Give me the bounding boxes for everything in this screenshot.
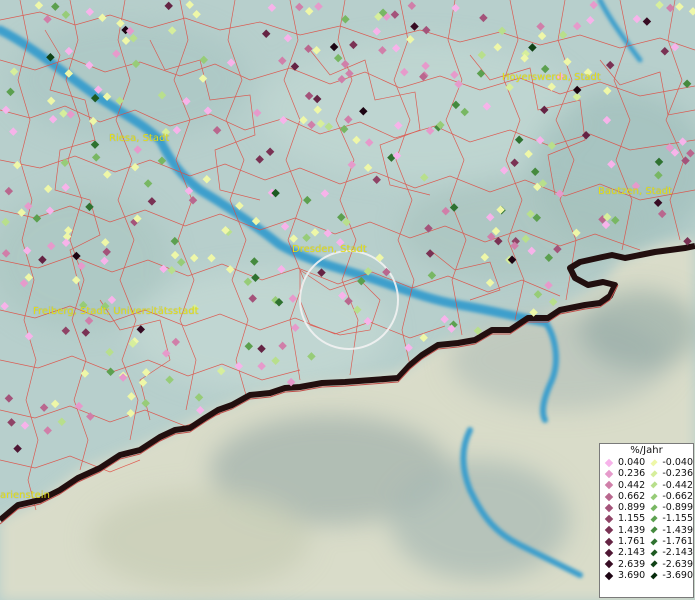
- legend-label: -2.639: [662, 558, 693, 570]
- legend-row: 0.236 -0.236: [600, 468, 693, 479]
- legend-swatch-icon: [650, 538, 658, 546]
- legend-item-increase: 1.155: [600, 513, 646, 524]
- legend-item-decrease: -1.155: [646, 513, 693, 524]
- legend-label: 3.690: [618, 569, 646, 581]
- legend-swatch-icon: [604, 571, 614, 580]
- legend-swatch-icon: [650, 515, 658, 523]
- legend-label: -3.690: [662, 569, 693, 581]
- legend-item-increase: 2.639: [600, 559, 646, 570]
- legend-item-decrease: -1.439: [646, 525, 693, 536]
- legend-swatch-icon: [650, 492, 658, 501]
- legend-row: 1.155 -1.155: [600, 513, 693, 524]
- legend-label: -0.040: [662, 457, 693, 468]
- legend-label: 0.899: [618, 502, 646, 514]
- legend-label: 1.155: [618, 513, 646, 525]
- legend-label: -1.761: [662, 536, 693, 548]
- legend-item-increase: 2.143: [600, 547, 646, 558]
- legend-label: 1.439: [618, 524, 646, 536]
- city-label-riesa: Riesa, Stadt: [109, 133, 170, 144]
- legend-label: -1.155: [662, 513, 693, 525]
- legend-item-increase: 0.442: [600, 480, 646, 491]
- relief-map[interactable]: [0, 0, 695, 600]
- legend-label: -0.662: [662, 490, 693, 502]
- legend-item-increase: 3.690: [600, 570, 646, 581]
- legend-label: 2.143: [618, 547, 646, 559]
- legend-swatch-icon: [604, 469, 614, 479]
- legend-item-decrease: -0.040: [646, 457, 693, 468]
- legend-item-decrease: -2.639: [646, 559, 693, 570]
- legend-label: 0.442: [618, 479, 646, 491]
- legend-label: -0.236: [662, 468, 693, 480]
- legend-swatch-icon: [650, 560, 658, 568]
- legend-swatch-icon: [604, 537, 614, 546]
- legend-label: -0.899: [662, 502, 693, 514]
- legend-label: -1.439: [662, 524, 693, 536]
- legend-item-decrease: -0.442: [646, 480, 693, 491]
- legend-row: 0.040 -0.040: [600, 457, 693, 468]
- legend-row: 0.899 -0.899: [600, 502, 693, 513]
- legend-swatch-icon: [650, 481, 658, 489]
- city-label-bautzen: Bautzen, Stadt: [598, 186, 673, 197]
- legend-label: -2.143: [662, 547, 693, 559]
- legend-label: 2.639: [618, 558, 646, 570]
- legend-item-increase: 1.761: [600, 536, 646, 547]
- city-label-freiberg: Freiberg, Stadt; Universitätsstadt: [33, 306, 199, 317]
- legend-swatch-icon: [650, 470, 658, 478]
- legend-label: 0.236: [618, 468, 646, 480]
- legend-row: 1.439 -1.439: [600, 525, 693, 536]
- legend-swatch-icon: [604, 503, 614, 513]
- legend-item-increase: 0.899: [600, 502, 646, 513]
- legend-swatch-icon: [604, 492, 614, 501]
- city-label-hoyerswerda: Hoyerswerda, Stadt: [502, 72, 601, 83]
- legend-item-increase: 0.236: [600, 468, 646, 479]
- legend-swatch-icon: [650, 526, 658, 535]
- legend-swatch-icon: [604, 526, 614, 535]
- legend-label: -0.442: [662, 479, 693, 491]
- legend-label: 1.761: [618, 536, 646, 548]
- legend-swatch-icon: [604, 560, 614, 569]
- legend-item-decrease: -2.143: [646, 547, 693, 558]
- legend-panel: %/Jahr 0.040 -0.040 0.236 -0.236 0.442 -0.442…: [599, 443, 694, 598]
- legend-item-decrease: -0.236: [646, 468, 693, 479]
- city-label-dresden: Dresden, Stadt: [292, 244, 367, 255]
- legend-row: 1.761 -1.761: [600, 536, 693, 547]
- legend-row: 2.143 -2.143: [600, 547, 693, 558]
- legend-swatch-icon: [650, 458, 658, 467]
- legend-swatch-icon: [650, 571, 658, 580]
- city-label-marienstein: arienstein: [0, 490, 50, 501]
- legend-swatch-icon: [604, 480, 614, 490]
- legend-label: 0.662: [618, 490, 646, 502]
- legend-item-increase: 0.662: [600, 491, 646, 502]
- legend-swatch-icon: [604, 458, 614, 467]
- legend-item-decrease: -0.662: [646, 491, 693, 502]
- legend-swatch-icon: [650, 504, 658, 512]
- legend-item-decrease: -0.899: [646, 502, 693, 513]
- legend-swatch-icon: [604, 514, 614, 524]
- legend-row: 3.690 -3.690: [600, 570, 693, 581]
- legend-row: 0.442 -0.442: [600, 480, 693, 491]
- legend-item-increase: 1.439: [600, 525, 646, 536]
- legend-row: 2.639 -2.639: [600, 559, 693, 570]
- legend-item-decrease: -3.690: [646, 570, 693, 581]
- legend-title: %/Jahr: [630, 445, 663, 456]
- legend-item-increase: 0.040: [600, 457, 646, 468]
- legend-label: 0.040: [618, 457, 646, 468]
- legend-row: 0.662 -0.662: [600, 491, 693, 502]
- legend-swatch-icon: [650, 549, 658, 557]
- legend-item-decrease: -1.761: [646, 536, 693, 547]
- legend-swatch-icon: [604, 548, 614, 558]
- legend-rows: 0.040 -0.040 0.236 -0.236 0.442 -0.442 0.662 -0…: [600, 457, 693, 581]
